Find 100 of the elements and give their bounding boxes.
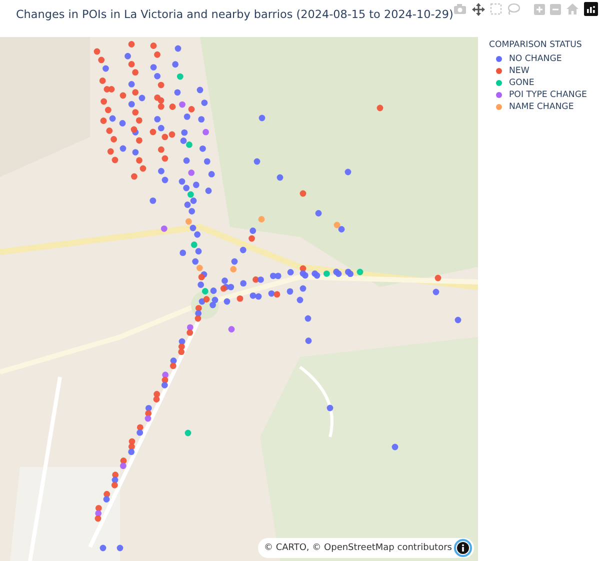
map-marker[interactable] (128, 61, 135, 68)
map-marker[interactable] (304, 315, 312, 322)
legend-label[interactable]: NAME CHANGE (509, 102, 574, 112)
map-marker[interactable] (258, 276, 264, 283)
map-marker[interactable] (102, 65, 109, 72)
map-marker[interactable] (434, 274, 442, 282)
map-marker[interactable] (240, 280, 247, 287)
map-marker[interactable] (144, 415, 152, 422)
map-marker[interactable] (195, 304, 202, 312)
map-marker[interactable] (184, 113, 190, 120)
map-marker[interactable] (170, 362, 176, 370)
map-marker[interactable] (344, 168, 352, 176)
map-marker[interactable] (112, 472, 119, 478)
map-marker[interactable] (188, 106, 195, 112)
map-marker[interactable] (131, 173, 138, 180)
home-icon[interactable] (566, 3, 579, 15)
map-marker[interactable] (132, 109, 139, 116)
map-marker[interactable] (132, 69, 138, 76)
map-marker[interactable] (136, 429, 144, 436)
map-marker[interactable] (150, 197, 156, 204)
map-marker[interactable] (95, 510, 102, 517)
map-marker[interactable] (183, 184, 190, 192)
map-marker[interactable] (210, 288, 217, 294)
map-marker[interactable] (240, 246, 246, 254)
map-marker[interactable] (138, 94, 146, 102)
map-marker[interactable] (130, 126, 138, 133)
map-marker[interactable] (178, 338, 186, 345)
map-marker[interactable] (179, 101, 186, 108)
map-marker[interactable] (168, 131, 176, 138)
map-marker[interactable] (187, 191, 194, 198)
map-marker[interactable] (120, 145, 126, 152)
map-marker[interactable] (201, 100, 208, 106)
map-marker[interactable] (203, 296, 210, 302)
map-marker[interactable] (116, 544, 124, 552)
map-marker[interactable] (220, 285, 227, 292)
map-marker[interactable] (112, 476, 118, 484)
map-marker[interactable] (186, 329, 194, 336)
map-marker[interactable] (178, 178, 186, 185)
map-marker[interactable] (200, 145, 206, 152)
zoom-out-icon[interactable] (550, 4, 561, 14)
map-marker[interactable] (162, 134, 168, 140)
map-marker[interactable] (109, 115, 116, 122)
map-marker[interactable] (178, 343, 185, 350)
map-marker[interactable] (120, 92, 126, 99)
map-marker[interactable] (202, 128, 209, 136)
map-marker[interactable] (100, 544, 106, 552)
map-marker[interactable] (132, 89, 139, 96)
map-marker[interactable] (162, 372, 169, 378)
map-marker[interactable] (154, 390, 160, 398)
box-select-icon[interactable] (490, 3, 502, 15)
lasso-icon[interactable] (507, 3, 520, 15)
map-marker[interactable] (174, 89, 181, 96)
map-marker[interactable] (300, 190, 306, 197)
map-marker[interactable] (198, 116, 205, 123)
map-marker[interactable] (150, 64, 157, 70)
map-marker[interactable] (181, 129, 188, 136)
map-marker[interactable] (196, 264, 203, 272)
pan-icon[interactable] (472, 2, 485, 16)
map-marker[interactable] (158, 103, 164, 110)
map-marker[interactable] (274, 291, 280, 298)
map-marker[interactable] (124, 52, 131, 60)
map-marker[interactable] (204, 158, 210, 165)
map-marker[interactable] (268, 290, 275, 297)
map-marker[interactable] (250, 292, 256, 299)
camera-icon[interactable] (453, 3, 467, 15)
map-marker[interactable] (136, 117, 142, 124)
map-marker[interactable] (120, 458, 127, 464)
logo-icon[interactable] (584, 2, 598, 16)
map-marker[interactable] (195, 310, 202, 317)
map-marker[interactable] (128, 81, 135, 88)
map-marker[interactable] (120, 462, 126, 470)
map-marker[interactable] (128, 448, 135, 456)
map-marker[interactable] (145, 410, 152, 417)
map-marker[interactable] (103, 496, 110, 502)
map-marker[interactable] (334, 222, 340, 228)
map-marker[interactable] (162, 176, 168, 184)
map-marker[interactable] (190, 242, 198, 248)
map-marker[interactable] (228, 284, 234, 290)
map-marker[interactable] (111, 482, 118, 488)
map-marker[interactable] (154, 72, 160, 80)
map-marker[interactable] (158, 124, 164, 132)
map-marker[interactable] (276, 174, 284, 181)
map-marker[interactable] (106, 128, 113, 134)
map-marker[interactable] (432, 288, 440, 296)
map-marker[interactable] (194, 231, 201, 238)
map-marker[interactable] (335, 270, 342, 277)
map-marker[interactable] (315, 210, 322, 216)
map-marker[interactable] (194, 315, 202, 322)
map-marker[interactable] (176, 73, 184, 80)
map-marker[interactable] (154, 116, 161, 122)
map-marker[interactable] (188, 208, 196, 214)
map-marker[interactable] (258, 114, 266, 122)
map-marker[interactable] (158, 146, 164, 153)
map-marker[interactable] (153, 396, 160, 402)
map-marker[interactable] (128, 438, 136, 445)
map-marker[interactable] (222, 278, 228, 284)
map-marker[interactable] (202, 288, 208, 294)
map-marker[interactable] (356, 268, 364, 276)
map-marker[interactable] (161, 382, 168, 388)
map-marker[interactable] (392, 444, 398, 450)
